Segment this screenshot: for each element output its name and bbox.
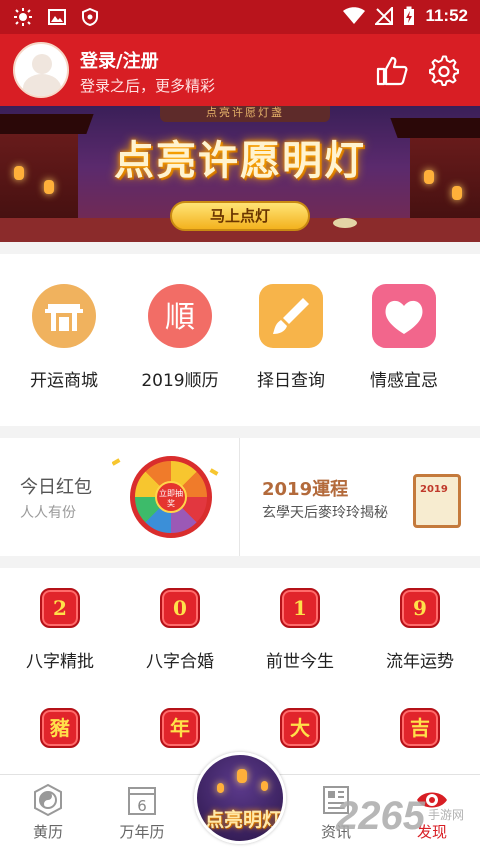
nav-center-light-lamp-button[interactable]: 点亮明灯	[194, 752, 286, 844]
status-bar: 11:52	[0, 0, 480, 34]
char-tile: 大	[280, 708, 320, 748]
service-item-8[interactable]: 吉	[360, 708, 480, 748]
settings-gear-icon[interactable]	[428, 55, 460, 87]
service-bazi-analysis[interactable]: 2 八字精批	[0, 588, 120, 672]
almanac-icon: 順	[148, 284, 212, 348]
feature-almanac[interactable]: 順 2019顺历	[120, 284, 240, 391]
fortune-service-grid: 2 八字精批 0 八字合婚 1 前世今生 9 流年运势 豬 年 大 吉	[0, 568, 480, 774]
brush-icon	[259, 284, 323, 348]
thumbs-up-icon[interactable]	[376, 56, 408, 86]
oil-lamp-bowl	[333, 218, 357, 228]
feature-grid: 开运商城 順 2019顺历 择日查询 情感宜忌	[0, 254, 480, 426]
light-lamp-button[interactable]: 马上点灯	[170, 201, 310, 231]
wifi-icon	[343, 7, 366, 24]
feature-label: 情感宜忌	[370, 371, 438, 391]
avatar-head	[32, 54, 52, 74]
lantern-decoration	[237, 769, 247, 783]
red-packet-subtitle: 人人有份	[20, 505, 76, 521]
shield-icon	[82, 8, 98, 26]
char-tile: 0	[160, 588, 200, 628]
service-label: 八字精批	[26, 652, 94, 672]
service-item-7[interactable]: 大	[240, 708, 360, 748]
login-register-link[interactable]: 登录/注册	[80, 47, 159, 73]
char-tile: 吉	[400, 708, 440, 748]
char-tile: 豬	[40, 708, 80, 748]
feature-date-select[interactable]: 择日查询	[231, 284, 351, 391]
feature-label: 开运商城	[30, 371, 98, 391]
char-tile: 9	[400, 588, 440, 628]
brightness-icon	[14, 8, 32, 26]
feature-label: 择日查询	[257, 371, 325, 391]
service-yearly-fortune[interactable]: 9 流年运势	[360, 588, 480, 672]
calendar-day: 6	[137, 797, 147, 815]
nav-center-text: 点亮明灯	[204, 809, 281, 831]
login-subtitle: 登录之后，更多精彩	[80, 77, 216, 95]
nav-label: 万年历	[119, 823, 165, 841]
lantern-decoration	[452, 186, 462, 200]
fortune-title: 2019運程	[262, 479, 349, 500]
lantern-decoration	[261, 781, 268, 791]
status-icons-left	[14, 8, 98, 26]
promo-cards: 今日红包 人人有份 立即抽奖 2019運程 玄學天后麥玲玲揭秘 2019	[0, 438, 480, 556]
feature-shop[interactable]: 开运商城	[4, 284, 124, 391]
red-packet-card[interactable]: 今日红包 人人有份 立即抽奖	[0, 438, 239, 556]
feature-emotion[interactable]: 情感宜忌	[344, 284, 464, 391]
watermark-logo: 2265	[336, 794, 425, 838]
nav-tab-calendar[interactable]: 6 万年历	[94, 783, 190, 842]
confetti-icon	[112, 458, 219, 476]
banner-title: 点亮许愿明灯	[114, 137, 366, 184]
scroll-year: 2019	[420, 484, 448, 495]
shop-gate-icon	[32, 284, 96, 348]
yin-yang-icon	[31, 783, 65, 817]
status-icons-right: 11:52	[343, 6, 468, 26]
lucky-draw-label: 立即抽奖	[155, 481, 187, 513]
image-icon	[48, 9, 66, 25]
red-packet-title: 今日红包	[20, 477, 92, 498]
clock-time: 11:52	[425, 6, 468, 25]
avatar-body	[23, 74, 61, 96]
char-tile: 年	[160, 708, 200, 748]
banner-top-text: 点亮许愿灯盏	[160, 106, 330, 122]
nav-tab-almanac[interactable]: 黄历	[0, 783, 96, 842]
service-label: 八字合婚	[146, 652, 214, 672]
svg-text:順: 順	[165, 300, 195, 335]
user-header: 登录/注册 登录之后，更多精彩	[0, 34, 480, 106]
lantern-decoration	[217, 783, 224, 793]
scroll-icon	[413, 474, 461, 528]
avatar[interactable]	[13, 42, 69, 98]
fortune-2019-card[interactable]: 2019運程 玄學天后麥玲玲揭秘 2019	[240, 438, 480, 556]
fortune-subtitle: 玄學天后麥玲玲揭秘	[262, 505, 388, 521]
service-label: 流年运势	[386, 652, 454, 672]
heart-icon	[372, 284, 436, 348]
service-item-5[interactable]: 豬	[0, 708, 120, 748]
service-bazi-marriage[interactable]: 0 八字合婚	[120, 588, 240, 672]
battery-charging-icon	[404, 6, 415, 25]
char-tile: 2	[40, 588, 80, 628]
watermark-subtext: 手游网	[428, 808, 465, 822]
calendar-icon: 6	[125, 783, 159, 817]
no-signal-icon	[375, 7, 394, 25]
feature-label: 2019顺历	[141, 371, 219, 391]
nav-label: 黄历	[32, 823, 63, 841]
service-past-life[interactable]: 1 前世今生	[240, 588, 360, 672]
wish-lantern-banner[interactable]: 点亮许愿灯盏 点亮许愿明灯 马上点灯	[0, 106, 480, 242]
service-label: 前世今生	[266, 652, 334, 672]
char-tile: 1	[280, 588, 320, 628]
service-item-6[interactable]: 年	[120, 708, 240, 748]
